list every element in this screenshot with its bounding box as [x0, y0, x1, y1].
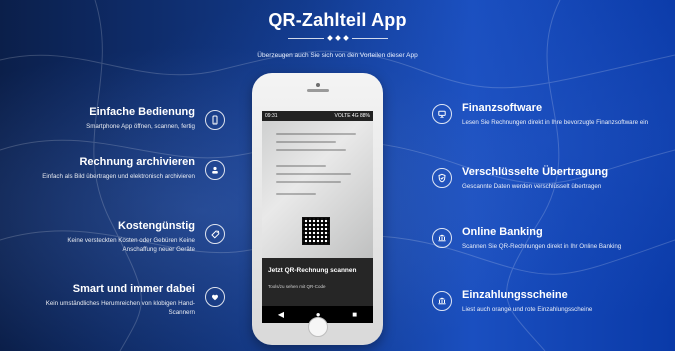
scan-hint: Tools/zu sehen mit QR-Code — [268, 284, 326, 289]
bank-icon — [432, 228, 452, 248]
feature-title: Einzahlungsscheine — [462, 289, 568, 301]
feature-description: Lesen Sie Rechnungen direkt in Ihre bevo… — [462, 119, 649, 127]
feature-description: Scannen Sie QR-Rechnungen direkt in Ihr … — [462, 243, 622, 251]
smartphone-icon — [205, 110, 225, 130]
feature-kostenguenstig: Kostengünstig Keine versteckten Kosten o… — [40, 220, 195, 255]
camera-preview-document — [262, 121, 373, 258]
qr-code-image — [302, 217, 330, 245]
feature-title: Verschlüsselte Übertragung — [462, 166, 609, 178]
tag-icon — [205, 224, 225, 244]
feature-description: Smartphone App öffnen, scannen, fertig — [86, 123, 195, 131]
feature-title: Finanzsoftware — [462, 102, 543, 114]
document-line — [276, 193, 316, 195]
phone-camera — [315, 83, 320, 87]
nav-back-button[interactable]: ◀ — [278, 310, 284, 319]
feature-title: Kostengünstig — [118, 220, 195, 232]
feature-title: Rechnung archivieren — [79, 156, 195, 168]
heart-icon — [205, 287, 225, 307]
document-line — [276, 133, 356, 135]
feature-description: Liest auch orange und rote Einzahlungssc… — [462, 306, 593, 314]
feature-smart-und-immer-dabei: Smart und immer dabei Kein umständliches… — [40, 283, 195, 318]
status-indicators: VOLTE 4G 88% — [334, 113, 370, 119]
monitor-icon — [432, 104, 452, 124]
feature-description: Kein umständliches Herumreichen von klob… — [45, 300, 195, 317]
feature-title: Einfache Bedienung — [89, 106, 195, 118]
divider-diamond — [342, 35, 349, 41]
status-bar: 09:31 VOLTE 4G 88% — [262, 111, 373, 121]
archive-user-icon — [205, 160, 225, 180]
feature-einfache-bedienung: Einfache Bedienung Smartphone App öffnen… — [40, 106, 195, 131]
divider-line-left — [287, 37, 324, 39]
divider-diamond — [334, 35, 341, 41]
scan-panel: Jetzt QR-Rechnung scannen Tools/zu sehen… — [262, 258, 373, 306]
feature-description: Keine versteckten Kosten oder Gebüren Ke… — [67, 237, 195, 254]
phone-screen: 09:31 VOLTE 4G 88% Jetzt QR-Rechnung sca… — [262, 111, 373, 323]
divider-line-right — [351, 37, 388, 39]
scan-title: Jetzt QR-Rechnung scannen — [268, 267, 357, 274]
bank-icon — [432, 291, 452, 311]
hero-section: QR-Zahlteil App Überzeugen auch Sie sich… — [0, 0, 675, 351]
phone-home-button[interactable] — [307, 317, 328, 337]
document-line — [276, 173, 351, 175]
document-line — [276, 165, 326, 167]
phone-mockup: 09:31 VOLTE 4G 88% Jetzt QR-Rechnung sca… — [252, 73, 383, 345]
feature-online-banking: Online Banking Scannen Sie QR-Rechnungen… — [462, 226, 652, 251]
document-line — [276, 141, 336, 143]
feature-description: Gescannte Daten werden verschlüsselt übe… — [462, 183, 602, 191]
feature-finanzsoftware: Finanzsoftware Lesen Sie Rechnungen dire… — [462, 102, 652, 127]
nav-recent-button[interactable]: ■ — [352, 310, 357, 319]
feature-title: Online Banking — [462, 226, 543, 238]
feature-verschluesselte-uebertragung: Verschlüsselte Übertragung Gescannte Dat… — [462, 166, 652, 191]
document-line — [276, 149, 346, 151]
page-title: QR-Zahlteil App — [268, 10, 407, 30]
feature-einzahlungsscheine: Einzahlungsscheine Liest auch orange und… — [462, 289, 652, 314]
status-time: 09:31 — [265, 113, 278, 119]
feature-description: Einfach als Bild übertragen und elektron… — [42, 173, 195, 181]
feature-rechnung-archivieren: Rechnung archivieren Einfach als Bild üb… — [40, 156, 195, 181]
page-subtitle: Überzeugen auch Sie sich von den Vorteil… — [257, 52, 418, 59]
document-line — [276, 181, 341, 183]
shield-icon — [432, 168, 452, 188]
feature-title: Smart und immer dabei — [72, 283, 195, 295]
title-divider — [287, 35, 388, 41]
phone-speaker — [306, 89, 329, 92]
divider-diamond — [326, 35, 333, 41]
